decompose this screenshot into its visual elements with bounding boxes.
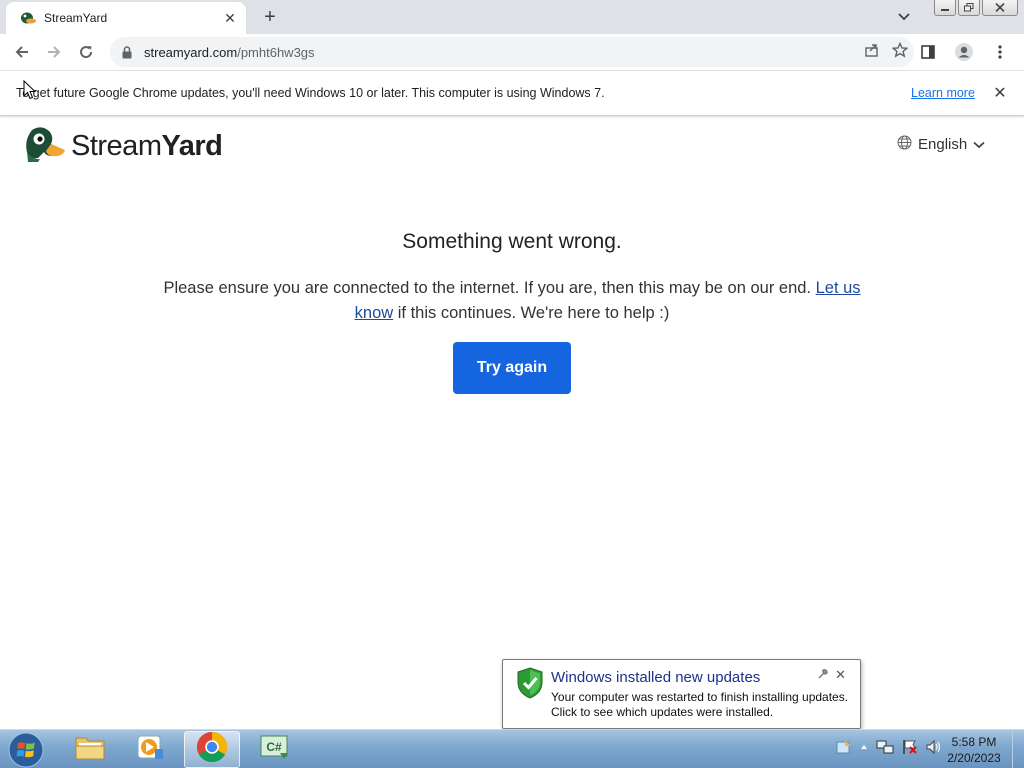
update-infobar: To get future Google Chrome updates, you… bbox=[0, 71, 1024, 116]
globe-icon bbox=[897, 135, 912, 154]
chevron-down-icon bbox=[973, 136, 985, 153]
volume-speaker-icon[interactable] bbox=[926, 739, 942, 760]
new-tab-button[interactable]: + bbox=[258, 6, 282, 28]
security-shield-check-icon bbox=[516, 667, 544, 699]
streamyard-duck-icon bbox=[18, 10, 36, 26]
clock-time: 5:58 PM bbox=[951, 735, 997, 749]
reload-icon[interactable] bbox=[70, 36, 102, 68]
minimize-button[interactable] bbox=[934, 0, 956, 16]
menu-kebab-icon[interactable] bbox=[984, 36, 1016, 68]
taskbar-windows-explorer[interactable] bbox=[62, 731, 118, 768]
show-desktop-button[interactable] bbox=[1012, 730, 1024, 768]
csharp-file-icon: C# bbox=[258, 733, 290, 766]
bookmark-star-icon[interactable] bbox=[891, 41, 909, 63]
notification-options-icon[interactable] bbox=[817, 668, 829, 683]
share-icon[interactable] bbox=[864, 42, 880, 63]
taskbar-clock[interactable]: 5:58 PM 2/20/2023 bbox=[944, 734, 1004, 766]
windows-update-tray-icon[interactable] bbox=[836, 739, 852, 760]
browser-toolbar: streamyard.com/pmht6hw3gs bbox=[0, 34, 1024, 71]
url-text: streamyard.com/pmht6hw3gs bbox=[144, 44, 315, 60]
streamyard-logo[interactable]: StreamYard bbox=[24, 126, 223, 167]
windows-update-notification[interactable]: Windows installed new updates Your compu… bbox=[502, 659, 861, 743]
error-heading: Something went wrong. bbox=[402, 230, 622, 253]
logo-wordmark: StreamYard bbox=[71, 130, 223, 162]
back-icon[interactable] bbox=[6, 36, 38, 68]
notification-title: Windows installed new updates bbox=[551, 669, 761, 686]
notification-close-icon[interactable]: ✕ bbox=[835, 667, 846, 683]
tab-streamyard[interactable]: StreamYard ✕ bbox=[6, 2, 246, 34]
profile-avatar-icon[interactable] bbox=[948, 36, 980, 68]
tab-search-chevron-icon[interactable] bbox=[894, 8, 914, 26]
side-panel-icon[interactable] bbox=[912, 36, 944, 68]
learn-more-link[interactable]: Learn more bbox=[911, 86, 975, 100]
infobar-close-icon[interactable]: ✕ bbox=[990, 83, 1010, 103]
streamyard-duck-logo-icon bbox=[24, 126, 66, 167]
infobar-message: To get future Google Chrome updates, you… bbox=[16, 86, 605, 100]
taskbar-google-chrome[interactable] bbox=[184, 731, 240, 768]
system-tray bbox=[836, 736, 942, 762]
show-hidden-icons-arrow-icon[interactable] bbox=[860, 739, 868, 760]
restore-button[interactable] bbox=[958, 0, 980, 16]
window-close-button[interactable] bbox=[982, 0, 1018, 16]
media-player-icon bbox=[135, 733, 165, 766]
try-again-button[interactable]: Try again bbox=[453, 342, 571, 394]
svg-text:C#: C# bbox=[266, 740, 282, 754]
network-icon[interactable] bbox=[876, 739, 894, 760]
folder-icon bbox=[74, 733, 106, 766]
error-message: Please ensure you are connected to the i… bbox=[163, 279, 861, 322]
window-controls bbox=[934, 0, 1018, 18]
lock-icon bbox=[122, 45, 134, 59]
forward-icon[interactable] bbox=[38, 36, 70, 68]
address-bar[interactable]: streamyard.com/pmht6hw3gs bbox=[110, 37, 914, 67]
tab-close-icon[interactable]: ✕ bbox=[222, 10, 238, 26]
tab-title: StreamYard bbox=[44, 11, 108, 25]
language-selector[interactable]: English bbox=[897, 135, 985, 154]
start-button[interactable] bbox=[5, 731, 47, 768]
language-label: English bbox=[918, 136, 968, 153]
clock-date: 2/20/2023 bbox=[947, 751, 1001, 765]
taskbar-csharp-editor[interactable]: C# bbox=[246, 731, 302, 768]
mouse-cursor-icon bbox=[23, 79, 37, 105]
taskbar-media-player[interactable] bbox=[122, 731, 178, 768]
notification-body: Your computer was restarted to finish in… bbox=[551, 690, 849, 719]
chrome-icon bbox=[196, 731, 228, 768]
action-center-flag-icon[interactable] bbox=[902, 739, 918, 760]
windows-taskbar: C# 5:58 PM 2/20/2023 bbox=[0, 729, 1024, 768]
tab-strip: StreamYard ✕ + bbox=[0, 0, 1024, 34]
